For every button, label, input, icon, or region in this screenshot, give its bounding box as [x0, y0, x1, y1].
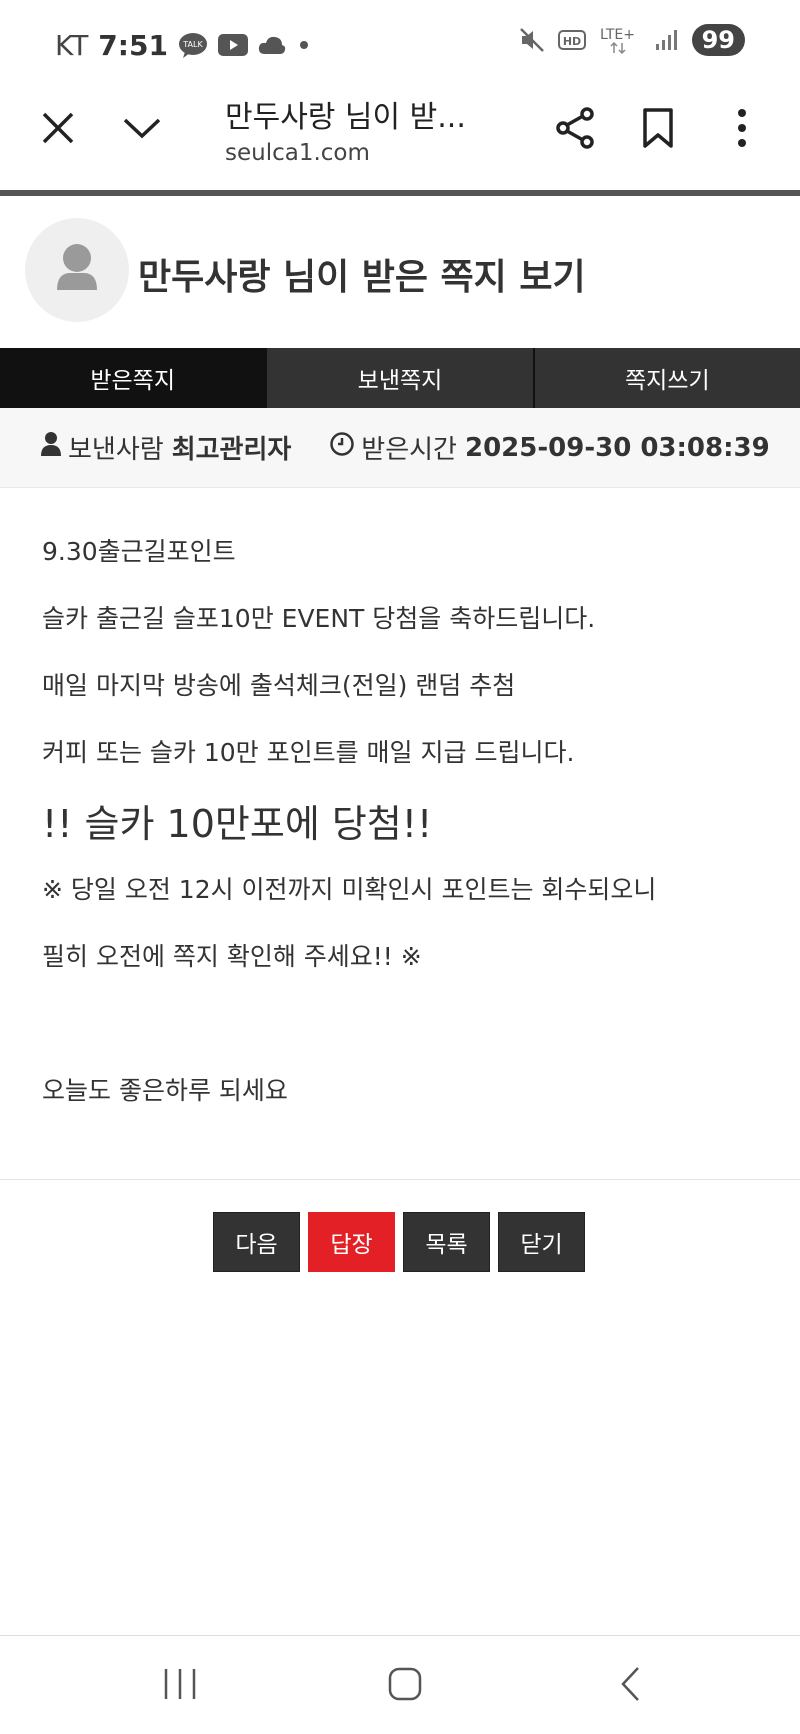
- message-headline: !! 슬카 10만포에 당첨!!: [42, 802, 433, 846]
- content-divider: [0, 1179, 800, 1180]
- reply-button[interactable]: 답장: [308, 1212, 395, 1272]
- browser-tab-title: 만두사랑 님이 받...: [225, 100, 466, 135]
- svg-text:TALK: TALK: [182, 40, 203, 49]
- more-menu-button[interactable]: [712, 100, 772, 160]
- minimize-button[interactable]: [112, 100, 172, 160]
- signal-icon: [654, 28, 680, 52]
- message-tabs: 받은쪽지 보낸쪽지 쪽지쓰기: [0, 348, 800, 408]
- home-button[interactable]: [365, 1656, 445, 1716]
- tab-sent[interactable]: 보낸쪽지: [267, 348, 535, 408]
- svg-text:LTE+: LTE+: [600, 27, 635, 43]
- status-time: 7:51: [98, 28, 168, 62]
- youtube-icon: [217, 34, 248, 56]
- status-right: HD LTE+ 99: [518, 24, 745, 56]
- close-tab-button[interactable]: [28, 100, 88, 160]
- list-button[interactable]: 목록: [403, 1212, 490, 1272]
- message-info-row: 보낸사람 최고관리자 받은시간 2025-09-30 03:08:39: [0, 408, 800, 488]
- back-button[interactable]: [590, 1656, 670, 1716]
- message-line: 9.30출근길포인트: [42, 537, 236, 566]
- lte-icon: LTE+: [598, 25, 642, 55]
- close-icon: [41, 111, 75, 149]
- status-bar: KT 7:51 TALK HD LTE+ 99: [0, 0, 800, 90]
- share-button[interactable]: [545, 100, 605, 160]
- browser-url[interactable]: seulca1.com: [225, 140, 370, 166]
- message-line: 커피 또는 슬카 10만 포인트를 매일 지급 드립니다.: [42, 738, 575, 767]
- page-title: 만두사랑 님이 받은 쪽지 보기: [138, 257, 586, 298]
- cloud-icon: [258, 35, 286, 55]
- message-body: 9.30출근길포인트 슬카 출근길 슬포10만 EVENT 당첨을 축하드립니다…: [42, 530, 772, 1136]
- message-line: 필히 오전에 쪽지 확인해 주세요!! ※: [42, 942, 422, 971]
- tab-write[interactable]: 쪽지쓰기: [534, 348, 800, 408]
- back-icon: [618, 1665, 642, 1707]
- sender-label: 보낸사람: [68, 435, 164, 465]
- share-icon: [554, 106, 596, 154]
- status-left: KT 7:51 TALK: [55, 29, 312, 62]
- avatar: [25, 218, 129, 322]
- next-button[interactable]: 다음: [213, 1212, 300, 1272]
- chevron-down-icon: [122, 116, 162, 144]
- message-line: 오늘도 좋은하루 되세요: [42, 1076, 288, 1105]
- recent-apps-icon: [162, 1667, 198, 1705]
- kakaotalk-icon: TALK: [178, 32, 208, 58]
- message-line: 매일 마지막 방송에 출석체크(전일) 랜덤 추첨: [42, 671, 516, 700]
- sender-value: 최고관리자: [171, 435, 292, 465]
- recent-apps-button[interactable]: [140, 1656, 220, 1716]
- received-time-label: 받은시간: [361, 435, 457, 465]
- action-buttons: 다음 답장 목록 닫기: [213, 1212, 585, 1272]
- message-line: 슬카 출근길 슬포10만 EVENT 당첨을 축하드립니다.: [42, 604, 596, 633]
- more-vertical-icon: [736, 108, 748, 152]
- clock-icon: [329, 431, 355, 464]
- received-time-value: 2025-09-30 03:08:39: [464, 432, 770, 463]
- svg-text:HD: HD: [562, 35, 580, 48]
- system-navbar: [0, 1636, 800, 1734]
- bookmark-button[interactable]: [628, 100, 688, 160]
- tab-received[interactable]: 받은쪽지: [0, 348, 268, 408]
- battery-indicator: 99: [691, 24, 745, 56]
- carrier-label: KT: [55, 28, 89, 62]
- home-icon: [387, 1666, 423, 1706]
- page-header: 만두사랑 님이 받은 쪽지 보기: [0, 196, 800, 348]
- hd-icon: HD: [557, 28, 586, 52]
- user-icon: [57, 244, 97, 290]
- person-icon: [40, 431, 62, 464]
- bookmark-icon: [642, 107, 674, 153]
- close-button[interactable]: 닫기: [498, 1212, 585, 1272]
- dot-icon: [296, 37, 312, 53]
- message-line: ※ 당일 오전 12시 이전까지 미확인시 포인트는 회수되오니: [42, 875, 657, 904]
- mute-icon: [518, 26, 546, 54]
